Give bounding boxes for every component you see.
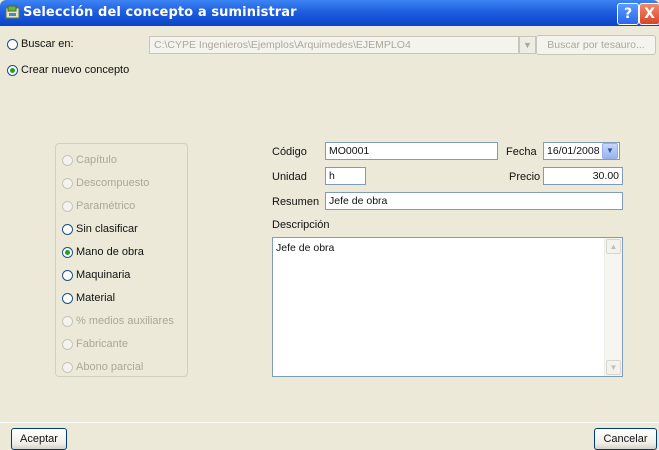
radio-mano-de-obra[interactable] — [62, 247, 73, 258]
label-medios-auxiliares: % medios auxiliares — [76, 315, 174, 327]
codigo-label: Código — [272, 146, 307, 158]
fecha-label: Fecha — [506, 146, 537, 158]
precio-field[interactable]: 30.00 — [543, 167, 623, 185]
label-capitulo: Capítulo — [76, 154, 117, 166]
label-fabricante: Fabricante — [76, 338, 128, 350]
help-button[interactable]: ? — [617, 3, 639, 25]
scroll-down-icon[interactable]: ▼ — [606, 360, 621, 375]
label-maquinaria: Maquinaria — [76, 269, 131, 281]
codigo-field[interactable]: MO0001 — [325, 142, 498, 160]
buscar-tesauro-button[interactable]: Buscar por tesauro... — [536, 35, 656, 55]
window-title: Selección del concepto a suministrar — [23, 5, 297, 20]
radio-descompuesto[interactable] — [62, 178, 73, 189]
calendar-dropdown-icon[interactable]: ▼ — [602, 143, 618, 159]
aceptar-button[interactable]: Aceptar — [11, 428, 67, 450]
buscar-en-label: Buscar en: — [21, 38, 74, 50]
radio-sin-clasificar[interactable] — [62, 224, 73, 235]
close-button[interactable]: X — [639, 3, 659, 25]
radio-capitulo[interactable] — [62, 155, 73, 166]
label-mano-de-obra: Mano de obra — [76, 246, 144, 258]
app-icon — [5, 5, 20, 19]
descripcion-text: Jefe de obra — [276, 242, 335, 254]
label-descompuesto: Descompuesto — [76, 177, 150, 189]
chevron-down-icon[interactable]: ▼ — [519, 36, 536, 54]
label-sin-clasificar: Sin clasificar — [76, 223, 138, 235]
radio-parametrico[interactable] — [62, 201, 73, 212]
crear-nuevo-radio[interactable] — [7, 65, 18, 76]
footer-separator — [0, 422, 659, 423]
radio-material[interactable] — [62, 293, 73, 304]
unidad-field[interactable]: h — [325, 167, 366, 185]
descripcion-scrollbar[interactable]: ▲ ▼ — [604, 238, 622, 376]
radio-fabricante[interactable] — [62, 339, 73, 350]
unidad-label: Unidad — [272, 171, 307, 183]
crear-nuevo-label: Crear nuevo concepto — [21, 64, 130, 76]
radio-abono-parcial[interactable] — [62, 362, 73, 373]
path-combo[interactable]: C:\CYPE Ingenieros\Ejemplos\Arquimedes\E… — [149, 36, 519, 54]
radio-medios-auxiliares[interactable] — [62, 316, 73, 327]
buscar-en-radio[interactable] — [7, 39, 18, 50]
title-bar[interactable]: Selección del concepto a suministrar ? X — [0, 0, 659, 26]
cancelar-button[interactable]: Cancelar — [594, 428, 657, 450]
resumen-field[interactable]: Jefe de obra — [325, 192, 623, 210]
resumen-label: Resumen — [272, 196, 320, 208]
label-abono-parcial: Abono parcial — [76, 361, 144, 373]
label-material: Material — [76, 292, 116, 304]
label-parametrico: Paramétrico — [76, 200, 136, 212]
descripcion-label: Descripción — [272, 219, 330, 231]
scroll-up-icon[interactable]: ▲ — [606, 239, 621, 254]
precio-label: Precio — [509, 171, 541, 183]
descripcion-textarea[interactable]: Jefe de obra ▲ ▼ — [272, 237, 623, 377]
radio-maquinaria[interactable] — [62, 270, 73, 281]
